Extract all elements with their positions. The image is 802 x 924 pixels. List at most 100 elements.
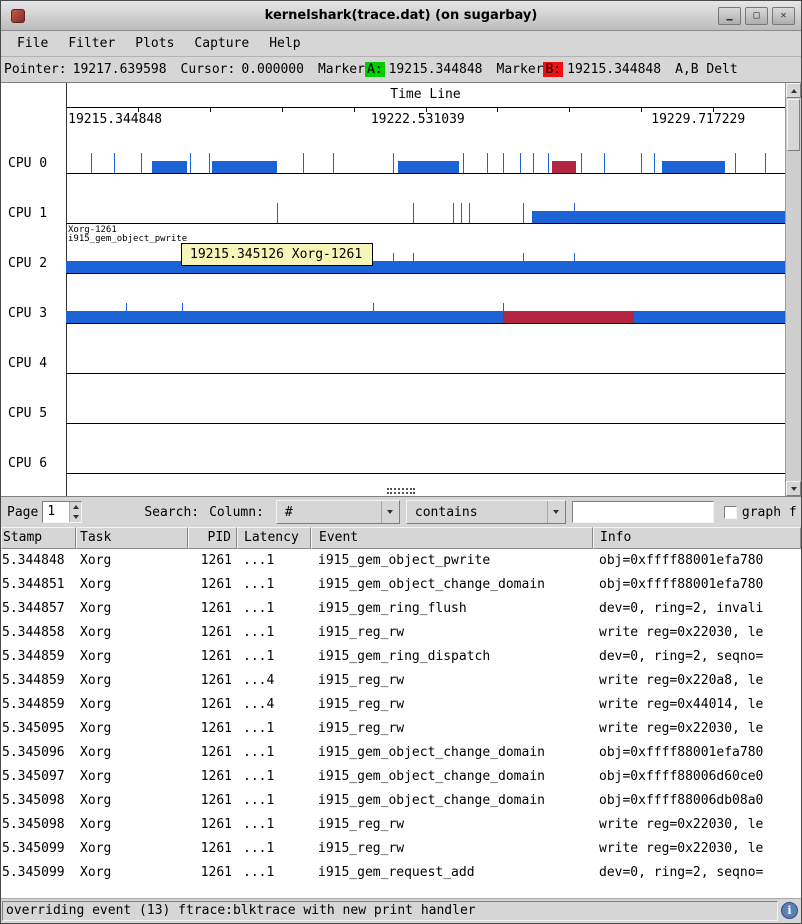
graph-follows-checkbox[interactable] [724,506,737,519]
cpu-lane[interactable]: CPU 0 [1,139,785,189]
cpu-lane[interactable]: CPU 2 [1,239,785,289]
cpu-lane[interactable]: CPU 1 [1,189,785,239]
column-header[interactable]: Info [593,527,801,549]
event-tick[interactable] [487,153,488,173]
spin-up-icon[interactable] [70,502,81,512]
cell-info: write reg=0x22030, le [593,717,801,741]
table-row[interactable]: 5.344859Xorg1261...4i915_reg_rwwrite reg… [1,669,801,693]
cpu-plot[interactable] [66,139,785,189]
column-header[interactable]: Stamp [1,527,76,549]
event-tick[interactable] [114,153,115,173]
task-segment[interactable] [552,161,576,173]
cpu-lane[interactable]: CPU 6 [1,439,785,489]
task-segment[interactable] [152,161,187,173]
task-segment[interactable] [662,161,725,173]
page-spinner[interactable]: 1 [42,501,82,523]
cell-latency: ...1 [237,549,311,573]
table-row[interactable]: 5.345099Xorg1261...1i915_reg_rwwrite reg… [1,837,801,861]
event-tick[interactable] [190,153,191,173]
search-label: Search: [144,505,199,520]
event-tick[interactable] [303,153,304,173]
cpu-plot[interactable] [66,189,785,239]
event-tick[interactable] [503,153,504,173]
column-header[interactable]: Event [311,527,593,549]
menu-item-capture[interactable]: Capture [184,33,259,54]
event-tick[interactable] [523,203,524,223]
table-row[interactable]: 5.345096Xorg1261...1i915_gem_object_chan… [1,741,801,765]
event-tick[interactable] [520,153,521,173]
table-row[interactable]: 5.344859Xorg1261...4i915_reg_rwwrite reg… [1,693,801,717]
table-row[interactable]: 5.345095Xorg1261...1i915_reg_rwwrite reg… [1,717,801,741]
event-tick[interactable] [141,153,142,173]
maximize-button[interactable]: □ [745,7,768,25]
graph-scrollbar[interactable] [785,83,801,496]
info-icon[interactable]: i [781,902,798,919]
event-tick[interactable] [91,153,92,173]
cpu-lane[interactable]: CPU 3 [1,289,785,339]
pane-resize-handle[interactable] [387,488,415,494]
table-row[interactable]: 5.344857Xorg1261...1i915_gem_ring_flushd… [1,597,801,621]
event-tick[interactable] [461,203,462,223]
chevron-down-icon[interactable] [547,501,565,523]
cpu-plot[interactable] [66,439,785,489]
cpu-lane[interactable]: CPU 5 [1,389,785,439]
cell-event: i915_gem_object_pwrite [311,549,593,573]
task-segment[interactable] [398,161,458,173]
event-tick[interactable] [469,203,470,223]
menu-item-filter[interactable]: Filter [58,33,125,54]
task-segment[interactable] [532,211,785,223]
search-input[interactable] [572,501,714,523]
event-tick[interactable] [453,203,454,223]
scroll-up-icon[interactable] [786,83,801,98]
event-tick[interactable] [277,203,278,223]
chevron-down-icon[interactable] [381,501,399,523]
minimize-button[interactable]: ▁ [718,7,741,25]
table-row[interactable]: 5.344848Xorg1261...1i915_gem_object_pwri… [1,549,801,573]
task-segment[interactable] [66,311,785,323]
event-tick[interactable] [548,153,549,173]
table-row[interactable]: 5.345098Xorg1261...1i915_gem_object_chan… [1,789,801,813]
table-row[interactable]: 5.345098Xorg1261...1i915_reg_rwwrite reg… [1,813,801,837]
task-segment[interactable] [66,261,785,273]
event-tick[interactable] [654,153,655,173]
event-tick[interactable] [765,153,766,173]
event-tick[interactable] [413,203,414,223]
column-header[interactable]: Latency [237,527,311,549]
cpu-plot[interactable] [66,339,785,389]
event-tick[interactable] [209,153,210,173]
cpu-plot[interactable] [66,289,785,339]
table-row[interactable]: 5.344858Xorg1261...1i915_reg_rwwrite reg… [1,621,801,645]
menu-item-file[interactable]: File [7,33,58,54]
cpu-lane[interactable]: CPU 4 [1,339,785,389]
table-row[interactable]: 5.344859Xorg1261...1i915_gem_ring_dispat… [1,645,801,669]
cell-latency: ...4 [237,693,311,717]
menu-item-help[interactable]: Help [259,33,310,54]
column-select[interactable]: # [276,500,400,524]
cell-pid: 1261 [188,573,237,597]
column-header[interactable]: PID [188,527,237,549]
cpu-plot[interactable] [66,239,785,289]
menu-item-plots[interactable]: Plots [125,33,184,54]
event-tick[interactable] [641,153,642,173]
scrollbar-thumb[interactable] [787,99,800,151]
event-tick[interactable] [463,153,464,173]
table-row[interactable]: 5.345099Xorg1261...1i915_gem_request_add… [1,861,801,885]
event-tick[interactable] [393,153,394,173]
cpu-plot[interactable] [66,389,785,439]
event-tick[interactable] [533,153,534,173]
task-segment[interactable] [212,161,277,173]
table-row[interactable]: 5.344851Xorg1261...1i915_gem_object_chan… [1,573,801,597]
event-tick[interactable] [604,153,605,173]
task-segment[interactable] [503,311,634,323]
event-tick[interactable] [581,153,582,173]
event-tick[interactable] [735,153,736,173]
close-button[interactable]: ✕ [772,7,795,25]
scroll-down-icon[interactable] [786,481,801,496]
title-bar[interactable]: kernelshark(trace.dat) (on sugarbay) ▁□✕ [1,1,801,31]
event-tick[interactable] [333,153,334,173]
match-select[interactable]: contains [406,500,566,524]
table-row[interactable]: 5.345097Xorg1261...1i915_gem_object_chan… [1,765,801,789]
timeline-graph[interactable]: Time Line 19215.34484819222.53103919229.… [1,82,801,497]
spin-down-icon[interactable] [70,512,81,522]
column-header[interactable]: Task [76,527,188,549]
